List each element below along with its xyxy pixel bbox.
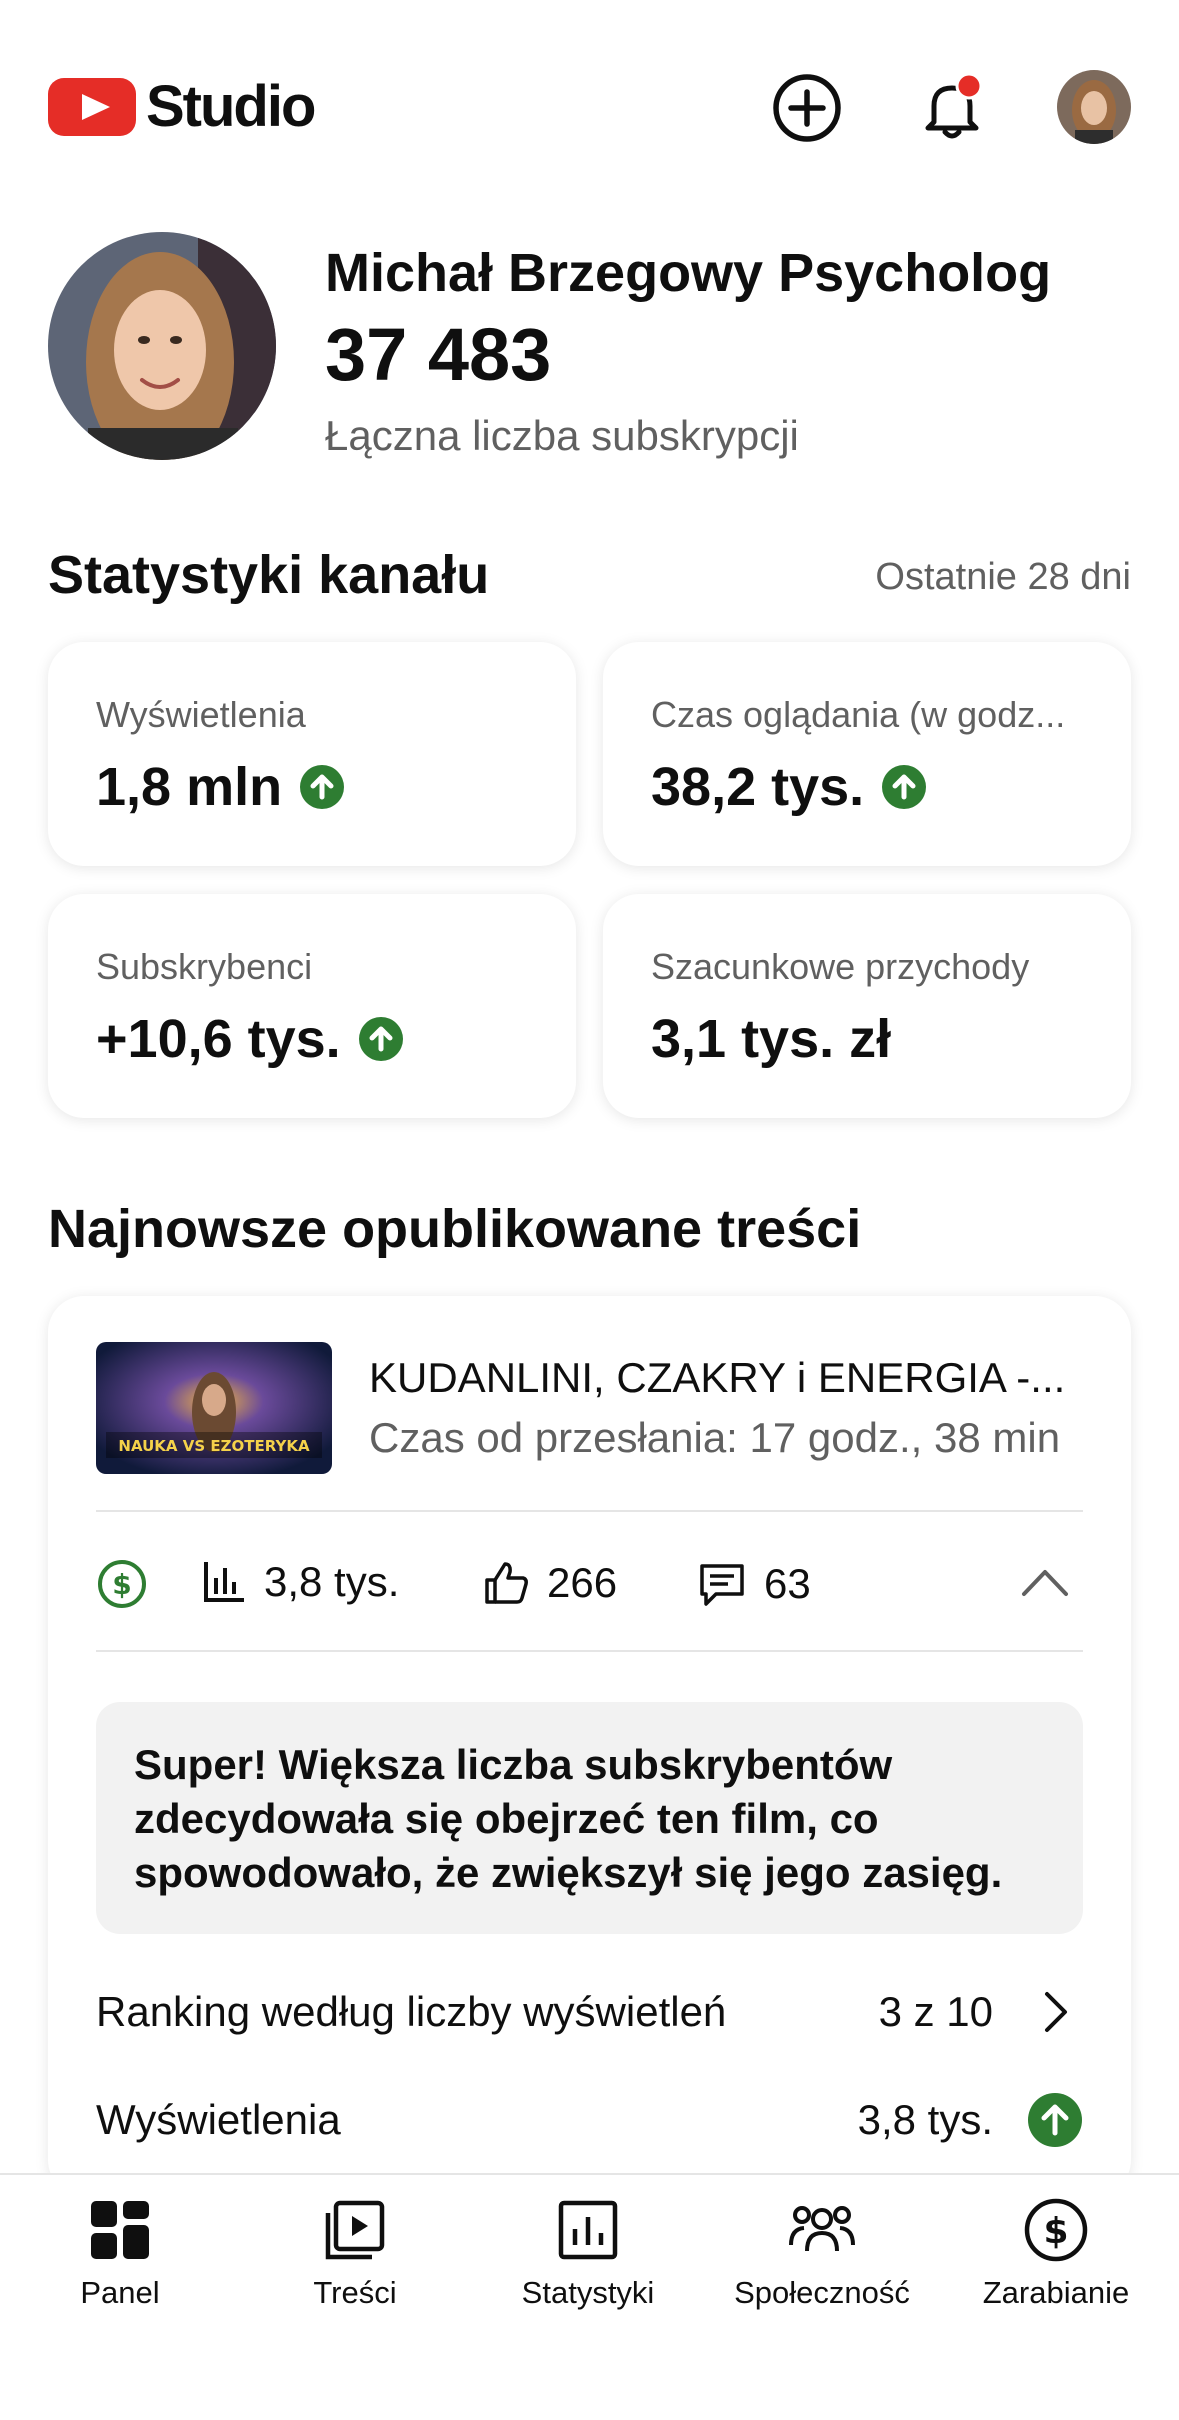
row-value: 3,8 tys. [857, 2096, 993, 2143]
trend-up-icon [882, 765, 927, 809]
ranking-row[interactable]: Ranking według liczby wyświetleń 3 z 10 [96, 1988, 1083, 2052]
stat-value: +10,6 tys. [96, 1009, 341, 1069]
stat-card-views[interactable]: Wyświetlenia 1,8 mln [48, 642, 576, 866]
stat-value: 1,8 mln [96, 757, 283, 817]
add-circle-icon[interactable] [769, 70, 845, 146]
stat-label: Szacunkowe przychody [651, 946, 1030, 987]
top-app-bar: Studio [0, 0, 1179, 215]
analytics-icon [558, 2200, 618, 2260]
youtube-play-icon [48, 78, 136, 136]
stat-card-subscribers[interactable]: Subskrybenci +10,6 tys. [48, 894, 576, 1118]
row-label: Ranking według liczby wyświetleń [96, 1988, 727, 2035]
nav-label: Społeczność [734, 2275, 910, 2310]
video-upload-time: Czas od przesłania: 17 godz., 38 min [369, 1414, 1061, 1461]
thumbnail-text: NAUKA VS EZOTERYKA [118, 1437, 310, 1455]
trend-up-icon [300, 765, 345, 809]
stat-label: Wyświetlenia [96, 694, 306, 735]
logo-text: Studio [146, 74, 316, 139]
nav-item-community[interactable]: Społeczność [707, 2195, 937, 2315]
content-icon [325, 2200, 385, 2260]
stat-value: 3,1 tys. zł [651, 1009, 892, 1069]
stat-label: Czas oglądania (w godz... [651, 694, 1066, 735]
stats-period[interactable]: Ostatnie 28 dni [875, 556, 1131, 599]
channel-name: Michał Brzegowy Psycholog [325, 243, 1052, 303]
stat-card-watch-time[interactable]: Czas oglądania (w godz... 38,2 tys. [603, 642, 1131, 866]
latest-section-title: Najnowsze opublikowane treści [48, 1199, 862, 1259]
channel-avatar[interactable] [48, 232, 276, 460]
stat-value-wrap: 38,2 tys. [651, 756, 927, 818]
nav-label: Zarabianie [982, 2275, 1130, 2310]
nav-label: Panel [80, 2275, 160, 2310]
notification-dot [955, 72, 983, 100]
nav-item-analytics[interactable]: Statystyki [473, 2195, 703, 2315]
stat-card-revenue[interactable]: Szacunkowe przychody 3,1 tys. zł [603, 894, 1131, 1118]
video-thumbnail[interactable]: NAUKA VS EZOTERYKA [96, 1342, 332, 1474]
dashboard-icon [91, 2201, 149, 2259]
video-title[interactable]: KUDANLINI, CZAKRY i ENERGIA -... [369, 1354, 1069, 1402]
svg-text:$: $ [1043, 2211, 1068, 2252]
stat-value: 38,2 tys. [651, 757, 865, 817]
dollar-icon: $ [98, 1560, 146, 1608]
row-value: 3 z 10 [878, 1988, 993, 2035]
nav-item-panel[interactable]: Panel [5, 2195, 235, 2315]
nav-label: Statystyki [521, 2275, 655, 2310]
subscriber-count: 37 483 [325, 313, 552, 396]
stat-value-wrap: +10,6 tys. [96, 1008, 403, 1070]
latest-video-card: NAUKA VS EZOTERYKA KUDANLINI, CZAKRY i E… [48, 1296, 1131, 2196]
row-label: Wyświetlenia [96, 2096, 341, 2143]
youtube-studio-logo[interactable]: Studio [48, 74, 316, 139]
bar-chart-icon [204, 1562, 244, 1602]
account-avatar[interactable] [1057, 70, 1131, 144]
chevron-up-icon[interactable] [1020, 1566, 1070, 1600]
trend-up-icon [358, 1017, 403, 1061]
nav-item-content[interactable]: Treści [240, 2195, 470, 2315]
likes-value: 266 [547, 1559, 618, 1606]
insight-box: Super! Większa liczba subskrybentów zdec… [96, 1702, 1083, 1934]
views-metric: 3,8 tys. [200, 1558, 399, 1606]
trend-up-icon [1028, 2093, 1082, 2147]
chevron-right-icon [1045, 1992, 1067, 2032]
svg-text:$: $ [112, 1568, 131, 1601]
stats-section-title: Statystyki kanału [48, 545, 490, 605]
comment-icon [700, 1564, 744, 1606]
stat-value-wrap: 1,8 mln [96, 756, 345, 818]
comments-value: 63 [764, 1560, 811, 1607]
stat-value-wrap: 3,1 tys. zł [651, 1008, 891, 1070]
divider [96, 1510, 1083, 1512]
nav-label: Treści [313, 2275, 397, 2310]
likes-metric: 266 [481, 1558, 617, 1608]
community-icon [789, 2206, 855, 2252]
subscriber-count-label: Łączna liczba subskrypcji [325, 412, 799, 459]
stat-label: Subskrybenci [96, 946, 313, 987]
views-value: 3,8 tys. [264, 1558, 400, 1605]
bell-icon[interactable] [914, 70, 990, 146]
bottom-navigation: Panel Treści Statystyki Społeczność $ Za… [0, 2173, 1179, 2420]
channel-header: Michał Brzegowy Psycholog 37 483 Łączna … [48, 232, 1148, 462]
monetization-status[interactable]: $ [96, 1558, 164, 1610]
comments-metric: 63 [696, 1558, 811, 1610]
earn-icon: $ [1024, 2198, 1088, 2262]
views-row: Wyświetlenia 3,8 tys. [96, 2093, 1083, 2160]
nav-item-earn[interactable]: $ Zarabianie [941, 2195, 1171, 2315]
divider [96, 1650, 1083, 1652]
thumbs-up-icon [485, 1562, 528, 1604]
